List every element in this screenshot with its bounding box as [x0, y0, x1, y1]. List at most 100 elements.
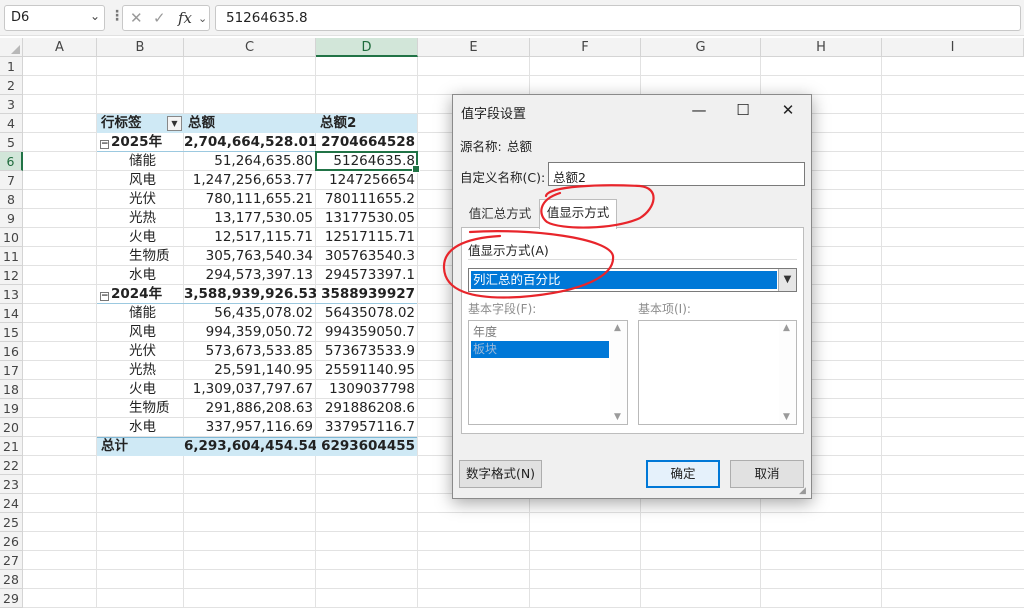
pivot-item-sum2[interactable]: 573673533.9 [316, 342, 418, 361]
show-values-as-select[interactable]: 列汇总的百分比 ▼ [468, 268, 797, 292]
name-box[interactable]: D6 ⌄ [4, 5, 105, 31]
row-header-2[interactable]: 2 [0, 76, 23, 95]
cancel-icon[interactable]: ✕ [130, 9, 143, 27]
column-header-f[interactable]: F [530, 38, 641, 57]
pivot-item-sum[interactable]: 12,517,115.71 [184, 228, 316, 247]
pivot-item-sum[interactable]: 994,359,050.72 [184, 323, 316, 342]
pivot-item-sum[interactable]: 294,573,397.13 [184, 266, 316, 285]
tab-summarize-values[interactable]: 值汇总方式 [461, 201, 539, 229]
pivot-item-label[interactable]: 储能 [125, 152, 185, 171]
scroll-up-icon[interactable]: ▲ [783, 323, 790, 333]
row-header-17[interactable]: 17 [0, 361, 23, 380]
pivot-item-label[interactable]: 火电 [125, 380, 185, 399]
pivot-item-label[interactable]: 水电 [125, 418, 185, 437]
pivot-item-label[interactable]: 水电 [125, 266, 185, 285]
pivot-item-label[interactable]: 光伏 [125, 190, 185, 209]
pivot-total-sum[interactable]: 6,293,604,454.54 [184, 437, 316, 456]
row-header-29[interactable]: 29 [0, 589, 23, 608]
row-header-18[interactable]: 18 [0, 380, 23, 399]
filter-dropdown-icon[interactable]: ▼ [167, 116, 182, 131]
pivot-item-sum[interactable]: 337,957,116.69 [184, 418, 316, 437]
close-icon[interactable]: ✕ [768, 97, 808, 123]
pivot-item-sum2[interactable]: 294573397.1 [316, 266, 418, 285]
minimize-icon[interactable]: — [679, 97, 719, 123]
pivot-item-sum2[interactable]: 12517115.71 [316, 228, 418, 247]
column-header-a[interactable]: A [23, 38, 97, 57]
row-header-14[interactable]: 14 [0, 304, 23, 323]
pivot-group-sum2[interactable]: 2704664528 [316, 133, 418, 152]
pivot-item-sum[interactable]: 291,886,208.63 [184, 399, 316, 418]
number-format-button[interactable]: 数字格式(N) [459, 460, 542, 488]
column-header-e[interactable]: E [418, 38, 530, 57]
column-header-d[interactable]: D [316, 38, 418, 57]
list-item[interactable]: 板块 [471, 341, 609, 358]
pivot-item-sum2[interactable]: 305763540.3 [316, 247, 418, 266]
formula-input[interactable]: 51264635.8 [215, 5, 1021, 31]
cancel-button[interactable]: 取消 [730, 460, 804, 488]
list-item[interactable]: 年度 [471, 324, 609, 341]
column-header-c[interactable]: C [184, 38, 316, 57]
pivot-item-sum[interactable]: 573,673,533.85 [184, 342, 316, 361]
scroll-down-icon[interactable]: ▼ [783, 412, 790, 422]
pivot-item-sum[interactable]: 56,435,078.02 [184, 304, 316, 323]
row-header-13[interactable]: 13 [0, 285, 23, 304]
row-header-20[interactable]: 20 [0, 418, 23, 437]
pivot-group-sum[interactable]: 2,704,664,528.01 [184, 133, 316, 152]
pivot-item-label[interactable]: 生物质 [125, 247, 185, 266]
column-header-b[interactable]: B [97, 38, 184, 57]
pivot-item-label[interactable]: 风电 [125, 323, 185, 342]
pivot-item-sum[interactable]: 51,264,635.80 [184, 152, 316, 171]
row-header-27[interactable]: 27 [0, 551, 23, 570]
row-header-24[interactable]: 24 [0, 494, 23, 513]
row-header-11[interactable]: 11 [0, 247, 23, 266]
tab-show-values-as[interactable]: 值显示方式 [539, 199, 617, 229]
scrollbar[interactable]: ▲ ▼ [610, 321, 627, 424]
pivot-header-sum2[interactable]: 总额2 [316, 114, 416, 133]
pivot-group-sum2[interactable]: 3588939927 [316, 285, 418, 304]
pivot-group-label[interactable]: −2025年 [97, 133, 184, 152]
insert-function-icon[interactable]: fx [178, 9, 192, 27]
pivot-item-sum[interactable]: 305,763,540.34 [184, 247, 316, 266]
pivot-item-sum2[interactable]: 25591140.95 [316, 361, 418, 380]
row-header-10[interactable]: 10 [0, 228, 23, 247]
column-header-g[interactable]: G [641, 38, 761, 57]
row-header-3[interactable]: 3 [0, 95, 23, 114]
pivot-header-row-label[interactable]: 行标签 [97, 114, 167, 133]
custom-name-field[interactable]: 总额2 [548, 162, 805, 186]
pivot-item-label[interactable]: 风电 [125, 171, 185, 190]
row-header-4[interactable]: 4 [0, 114, 23, 133]
row-header-12[interactable]: 12 [0, 266, 23, 285]
pivot-item-sum[interactable]: 13,177,530.05 [184, 209, 316, 228]
column-header-h[interactable]: H [761, 38, 882, 57]
pivot-item-label[interactable]: 光热 [125, 209, 185, 228]
row-header-8[interactable]: 8 [0, 190, 23, 209]
pivot-item-label[interactable]: 光伏 [125, 342, 185, 361]
chevron-down-icon[interactable]: ⌄ [90, 9, 100, 23]
pivot-item-sum2[interactable]: 1309037798 [316, 380, 418, 399]
base-item-list[interactable]: ▲ ▼ [638, 320, 797, 425]
pivot-item-label[interactable]: 生物质 [125, 399, 185, 418]
pivot-item-label[interactable]: 光热 [125, 361, 185, 380]
pivot-item-sum2[interactable]: 780111655.2 [316, 190, 418, 209]
row-header-1[interactable]: 1 [0, 57, 23, 76]
pivot-item-sum2[interactable]: 56435078.02 [316, 304, 418, 323]
pivot-group-sum[interactable]: 3,588,939,926.53 [184, 285, 316, 304]
pivot-item-sum2[interactable]: 13177530.05 [316, 209, 418, 228]
row-header-15[interactable]: 15 [0, 323, 23, 342]
pivot-item-sum[interactable]: 1,309,037,797.67 [184, 380, 316, 399]
pivot-total-label[interactable]: 总计 [97, 437, 177, 456]
pivot-item-sum[interactable]: 25,591,140.95 [184, 361, 316, 380]
pivot-item-label[interactable]: 火电 [125, 228, 185, 247]
scroll-up-icon[interactable]: ▲ [614, 323, 621, 333]
ok-button[interactable]: 确定 [646, 460, 720, 488]
enter-check-icon[interactable]: ✓ [153, 9, 166, 27]
pivot-header-sum[interactable]: 总额 [184, 114, 314, 133]
row-header-21[interactable]: 21 [0, 437, 23, 456]
maximize-icon[interactable]: ☐ [723, 97, 763, 123]
scrollbar[interactable]: ▲ ▼ [779, 321, 796, 424]
base-field-list[interactable]: 年度 板块 ▲ ▼ [468, 320, 628, 425]
row-header-28[interactable]: 28 [0, 570, 23, 589]
pivot-item-label[interactable]: 储能 [125, 304, 185, 323]
row-header-6[interactable]: 6 [0, 152, 23, 171]
row-header-7[interactable]: 7 [0, 171, 23, 190]
